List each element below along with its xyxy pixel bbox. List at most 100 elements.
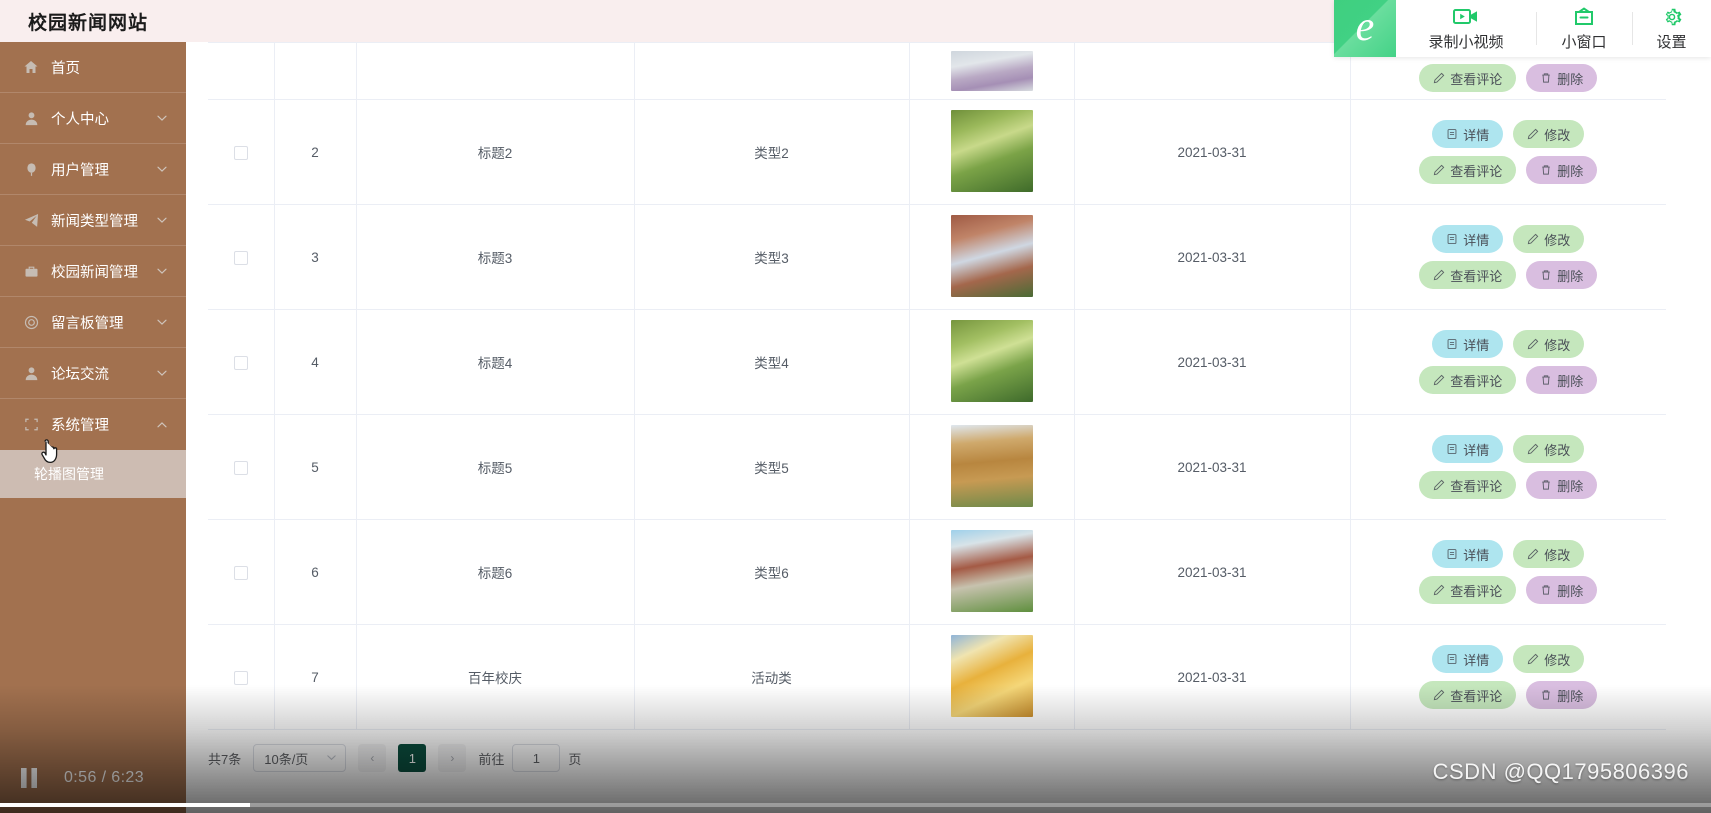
detail-button[interactable]: 详情 [1432,330,1504,358]
row-thumbnail[interactable] [950,214,1033,297]
row-checkbox[interactable] [233,145,248,160]
sidebar-subitem-carousel-management[interactable]: 轮播图管理 [0,450,186,498]
row-thumbnail[interactable] [950,319,1033,402]
edit-label: 修改 [1544,337,1571,353]
fullscreen-icon[interactable] [1627,767,1649,789]
row-checkbox-cell[interactable] [208,204,275,310]
trash-icon [1540,374,1552,386]
row-actions-cell: 详情 修改 查看评论 删除 [1350,309,1666,415]
delete-button[interactable]: 删除 [1526,261,1598,289]
row-checkbox-cell[interactable] [208,414,275,520]
trash-icon [1540,72,1552,84]
view-comments-button[interactable]: 查看评论 [1419,471,1517,499]
more-options-icon[interactable] [1683,766,1689,790]
sidebar-item-forum[interactable]: 论坛交流 [0,348,186,399]
action-button-group: 详情 修改 查看评论 删除 [1351,431,1667,503]
row-checkbox-cell[interactable] [208,309,275,415]
table-row[interactable]: 2 标题2 类型2 2021-03-31 详情 修改 查看评论 删除 [208,99,1666,205]
sidebar-item-message-board-management[interactable]: 留言板管理 [0,297,186,348]
row-thumbnail[interactable] [950,529,1033,612]
row-date-cell: 2021-03-31 [1074,99,1351,205]
row-checkbox-cell[interactable] [208,99,275,205]
settings-button[interactable]: 设置 [1632,0,1711,57]
sidebar: 首页 个人中心 用户管理 新闻类型管理 校园新闻管理 留言板管理 论坛交流 系统… [0,42,186,813]
pencil-icon [1527,338,1539,350]
view-comments-label: 查看评论 [1450,163,1503,179]
table-row[interactable]: 4 标题4 类型4 2021-03-31 详情 修改 查看评论 删除 [208,309,1666,415]
small-window-icon [1572,6,1596,28]
row-title-cell: 标题5 [356,414,635,520]
sidebar-item-home[interactable]: 首页 [0,42,186,93]
view-comments-button[interactable]: 查看评论 [1419,366,1517,394]
view-comments-button[interactable]: 查看评论 [1419,576,1517,604]
pause-button[interactable] [16,765,42,791]
row-checkbox[interactable] [233,565,248,580]
row-actions-cell: 详情 修改 查看评论 删除 [1350,519,1666,625]
row-checkbox[interactable] [233,670,248,685]
edit-button[interactable]: 修改 [1513,120,1585,148]
sidebar-item-user-management[interactable]: 用户管理 [0,144,186,195]
row-type-cell: 类型6 [634,519,910,625]
sidebar-item-personal-center[interactable]: 个人中心 [0,93,186,144]
row-thumbnail[interactable] [950,424,1033,507]
row-thumbnail[interactable] [950,51,1033,91]
record-video-button[interactable]: 录制小视频 [1396,0,1536,57]
small-window-button[interactable]: 小窗口 [1536,0,1632,57]
sidebar-item-system-management[interactable]: 系统管理 [0,399,186,450]
view-comments-button[interactable]: 查看评论 [1419,681,1517,709]
row-thumbnail[interactable] [950,634,1033,717]
detail-label: 详情 [1463,547,1490,563]
sidebar-item-news-type-management[interactable]: 新闻类型管理 [0,195,186,246]
edit-button[interactable]: 修改 [1513,435,1585,463]
pencil-icon [1433,374,1445,386]
row-checkbox[interactable] [233,460,248,475]
pencil-icon [1433,584,1445,596]
sidebar-item-campus-news-management[interactable]: 校园新闻管理 [0,246,186,297]
detail-label: 详情 [1463,442,1490,458]
row-checkbox[interactable] [233,250,248,265]
row-type-cell: 类型2 [634,99,910,205]
row-type-cell: 类型4 [634,309,910,415]
frame-icon [22,416,40,434]
row-checkbox-cell[interactable] [208,42,275,100]
table-row[interactable]: 7 百年校庆 活动类 2021-03-31 详情 修改 查看评论 删除 [208,624,1666,730]
table-row[interactable]: 3 标题3 类型3 2021-03-31 详情 修改 查看评论 删除 [208,204,1666,310]
detail-button[interactable]: 详情 [1432,645,1504,673]
table-row[interactable]: 6 标题6 类型6 2021-03-31 详情 修改 查看评论 删除 [208,519,1666,625]
detail-button[interactable]: 详情 [1432,120,1504,148]
edit-button[interactable]: 修改 [1513,225,1585,253]
detail-button[interactable]: 详情 [1432,540,1504,568]
view-comments-button[interactable]: 查看评论 [1419,64,1517,92]
volume-icon[interactable] [1567,767,1593,789]
detail-button[interactable]: 详情 [1432,435,1504,463]
row-checkbox-cell[interactable] [208,519,275,625]
chevron-up-icon [155,418,169,432]
edit-button[interactable]: 修改 [1513,540,1585,568]
news-table: 查看评论 删除 2 标题2 类型2 2021-03-31 详情 修改 查看评论 … [208,42,1666,730]
pencil-icon [1433,72,1445,84]
delete-label: 删除 [1557,583,1584,599]
view-comments-button[interactable]: 查看评论 [1419,156,1517,184]
delete-button[interactable]: 删除 [1526,576,1598,604]
delete-button[interactable]: 删除 [1526,156,1598,184]
main-content: 查看评论 删除 2 标题2 类型2 2021-03-31 详情 修改 查看评论 … [186,42,1711,813]
delete-label: 删除 [1557,373,1584,389]
edit-button[interactable]: 修改 [1513,330,1585,358]
sidebar-item-label: 留言板管理 [51,315,124,332]
row-thumbnail[interactable] [950,109,1033,192]
video-camera-icon [1453,6,1479,28]
detail-button[interactable]: 详情 [1432,225,1504,253]
delete-button[interactable]: 删除 [1526,471,1598,499]
sidebar-item-label: 首页 [51,60,80,77]
delete-button[interactable]: 删除 [1526,366,1598,394]
table-body: 查看评论 删除 2 标题2 类型2 2021-03-31 详情 修改 查看评论 … [208,42,1667,730]
sidebar-item-label: 用户管理 [51,162,109,179]
table-row[interactable]: 5 标题5 类型5 2021-03-31 详情 修改 查看评论 删除 [208,414,1667,520]
delete-button[interactable]: 删除 [1526,64,1598,92]
row-checkbox[interactable] [233,355,248,370]
video-progress-bar[interactable] [0,803,1711,807]
row-checkbox-cell[interactable] [208,624,275,730]
edit-button[interactable]: 修改 [1513,645,1585,673]
delete-button[interactable]: 删除 [1526,681,1598,709]
view-comments-button[interactable]: 查看评论 [1419,261,1517,289]
